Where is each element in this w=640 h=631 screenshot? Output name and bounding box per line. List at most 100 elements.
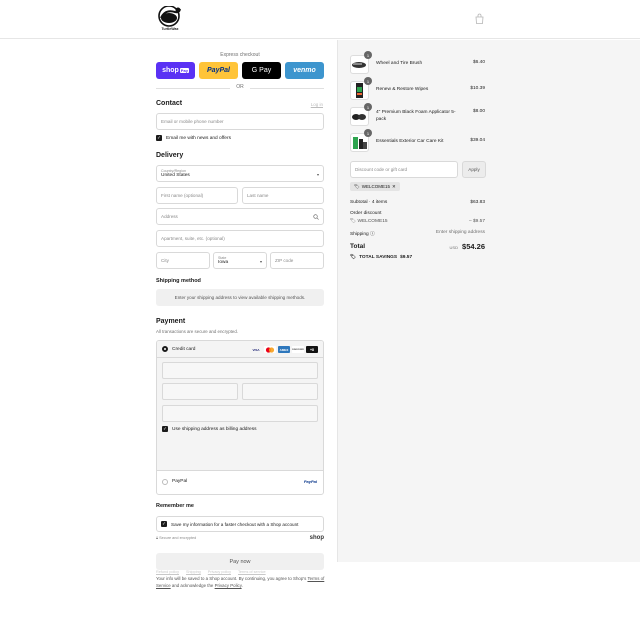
credit-card-form: ✓ Use shipping address as billing addres… <box>157 358 323 471</box>
product-thumbnail: 1 <box>350 77 372 100</box>
quantity-badge: 1 <box>364 77 372 85</box>
security-code-field[interactable] <box>242 383 318 400</box>
billing-checkbox-row[interactable]: ✓ Use shipping address as billing addres… <box>162 426 257 432</box>
visa-icon: VISA <box>252 347 260 352</box>
paypal-radio[interactable] <box>162 479 168 485</box>
line-item: 1 Wheel and Tire Brush $6.40 <box>350 51 485 77</box>
paypal-option[interactable]: PayPal PayPal <box>157 471 323 494</box>
discount-code-row: 🏷︎ WELCOME15 – $9.57 <box>350 219 485 224</box>
card-number-field[interactable] <box>162 362 318 379</box>
item-price: $10.39 <box>470 86 485 91</box>
remember-me-heading: Remember me <box>156 503 194 509</box>
payment-methods-box: Credit card VISA AMEX DISCOVER +8 ✓ Use … <box>156 340 324 495</box>
subtotal-value: $63.83 <box>470 200 485 205</box>
express-checkout-label: Express checkout <box>220 52 260 58</box>
total-savings: 🏷︎ TOTAL SAVINGS $9.57 <box>350 255 412 260</box>
email-field[interactable]: Email or mobile phone number <box>156 113 324 130</box>
checkout-form-column: Express checkout shop Pay PayPal G Pay v… <box>0 40 337 588</box>
discount-value: – $9.57 <box>468 219 485 224</box>
legal-notice: Your info will be saved to a Shop accoun… <box>156 575 326 589</box>
pay-now-button[interactable]: Pay now <box>156 553 324 570</box>
payment-subtitle: All transactions are secure and encrypte… <box>156 329 239 334</box>
chevron-down-icon: ▾ <box>316 172 319 177</box>
address-field[interactable]: Address <box>156 208 324 225</box>
quantity-badge: 1 <box>364 51 372 59</box>
quantity-badge: 1 <box>364 103 372 111</box>
login-link[interactable]: Log in <box>311 102 323 107</box>
privacy-policy-link[interactable]: Privacy policy <box>208 570 231 574</box>
delivery-heading: Delivery <box>156 152 184 159</box>
address-placeholder: Address <box>161 214 178 219</box>
credit-card-label: Credit card <box>172 347 196 352</box>
chevron-down-icon: ▾ <box>259 259 262 264</box>
lock-icon: 🔒︎ <box>156 536 159 540</box>
quantity-badge: 1 <box>364 129 372 137</box>
shipping-method-message: Enter your shipping address to view avai… <box>156 289 324 306</box>
brand-name: TurtleWax <box>161 27 179 31</box>
payment-heading: Payment <box>156 318 186 325</box>
privacy-link[interactable]: Privacy Policy <box>215 583 242 588</box>
line-item: 1 4" Premium Black Foam Applicator 5-pac… <box>350 103 485 129</box>
secure-text: Secure and encrypted <box>159 536 197 540</box>
secure-notice: 🔒︎ Secure and encrypted shop <box>156 535 324 544</box>
discount-code-input[interactable]: Discount code or gift card <box>350 161 458 178</box>
total-row: Total USD $54.26 <box>350 242 485 251</box>
shipping-label: Shipping <box>350 232 369 237</box>
first-name-field[interactable]: First name (optional) <box>156 187 238 204</box>
policy-links: Refund policy Shipping Privacy policy Te… <box>156 570 266 574</box>
expiration-field[interactable] <box>162 383 238 400</box>
country-select[interactable]: Country/Region United States ▾ <box>156 165 324 182</box>
item-price: $8.00 <box>472 109 485 114</box>
billing-checkbox[interactable]: ✓ <box>162 426 168 432</box>
zip-field[interactable]: ZIP code <box>270 252 324 269</box>
or-text: OR <box>236 84 244 90</box>
order-discount-label: Order discount <box>350 211 382 216</box>
credit-card-option[interactable]: Credit card VISA AMEX DISCOVER +8 <box>157 341 323 358</box>
total-label: Total <box>350 243 366 250</box>
shop-pay-tag: Pay <box>179 68 189 73</box>
shipping-value: Enter shipping address <box>435 230 485 235</box>
remove-code-icon[interactable]: ✕ <box>392 184 396 190</box>
shipping-row: Shipping ⓘ Enter shipping address <box>350 230 485 237</box>
shipping-link[interactable]: Shipping <box>186 570 201 574</box>
applied-code: WELCOME15 <box>361 184 390 189</box>
shop-logo: shop <box>309 535 324 541</box>
apartment-field[interactable]: Apartment, suite, etc. (optional) <box>156 230 324 247</box>
remember-checkbox[interactable]: ✓ <box>161 521 167 527</box>
tag-icon: 🏷︎ <box>354 183 360 189</box>
savings-label: TOTAL SAVINGS <box>359 255 398 260</box>
brand-logo[interactable]: TurtleWax <box>155 6 185 33</box>
news-checkbox[interactable]: ✓ <box>156 135 162 141</box>
legal-period: . <box>241 583 243 588</box>
order-summary: 1 Wheel and Tire Brush $6.40 1 Renew & R… <box>337 40 640 562</box>
name-on-card-field[interactable] <box>162 405 318 422</box>
divider-line <box>250 88 324 89</box>
discount-code-text: WELCOME15 <box>357 219 388 224</box>
paypal-express-button[interactable]: PayPal <box>199 62 238 79</box>
item-price: $39.04 <box>470 138 485 143</box>
apply-discount-button[interactable]: Apply <box>462 161 486 178</box>
subtotal-label: Subtotal · 4 items <box>350 200 388 205</box>
applied-discount-tag: 🏷︎ WELCOME15 ✕ <box>350 182 400 191</box>
last-name-field[interactable]: Last name <box>242 187 324 204</box>
shop-pay-button[interactable]: shop Pay <box>156 62 195 79</box>
or-divider: OR <box>156 84 324 92</box>
line-item: 1 Renew & Restore Wipes $10.39 <box>350 77 485 103</box>
remember-checkbox-label: Save my information for a faster checkou… <box>171 521 299 527</box>
credit-card-radio[interactable] <box>162 346 168 352</box>
remember-me-option[interactable]: ✓ Save my information for a faster check… <box>156 516 324 532</box>
shopping-bag-icon[interactable] <box>475 13 484 24</box>
total-value: $54.26 <box>462 242 485 251</box>
info-icon[interactable]: ⓘ <box>370 232 375 237</box>
news-checkbox-label: Email me with news and offers <box>166 135 231 141</box>
terms-link[interactable]: Terms of service <box>238 570 266 574</box>
product-thumbnail: 1 <box>350 51 372 74</box>
venmo-button[interactable]: venmo <box>285 62 324 79</box>
state-select[interactable]: State Iowa ▾ <box>213 252 267 269</box>
google-pay-button[interactable]: G Pay <box>242 62 281 79</box>
refund-policy-link[interactable]: Refund policy <box>156 570 179 574</box>
city-field[interactable]: City <box>156 252 210 269</box>
product-thumbnail: 1 <box>350 129 372 152</box>
news-checkbox-row[interactable]: ✓ Email me with news and offers <box>156 135 231 141</box>
checkout-header: TurtleWax <box>0 0 640 39</box>
